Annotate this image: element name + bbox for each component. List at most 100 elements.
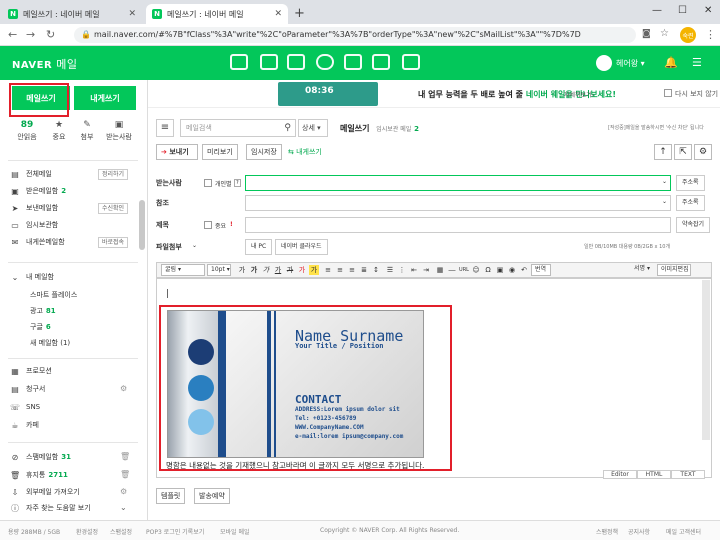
footer-link[interactable]: POP3 로그인 기록보기 [146,527,204,536]
quick-access-button[interactable]: 바로접속 [98,237,129,248]
folder-ads[interactable]: 광고 81 [30,306,56,316]
undo-icon[interactable]: ↶ [519,265,529,275]
subject-input[interactable] [245,217,671,233]
italic-icon[interactable]: 가 [261,265,271,275]
empty-trash-icon[interactable]: 🗑 [120,470,130,479]
folder-bills[interactable]: ▤ 청구서 [10,382,45,396]
emoji-icon[interactable]: ☺ [471,265,481,275]
popup-icon[interactable]: ⇱ [674,144,692,160]
gear-icon[interactable]: ⚙ [120,384,127,393]
chevron-down-icon[interactable]: ⌄ [662,198,667,205]
template-button[interactable]: 템플릿 [156,488,186,504]
font-bigger-icon[interactable]: 가 [237,265,247,275]
url-field[interactable]: 🔒 mail.naver.com/#%7B"fClass"%3A"write"%… [74,27,636,43]
footer-link[interactable]: 스팸정책 [596,527,618,536]
align-left-icon[interactable]: ≡ [323,265,333,275]
write-to-self-button[interactable]: 내게쓰기 [74,86,136,110]
image-icon[interactable]: ▣ [495,265,505,275]
editor-scrollbar[interactable] [702,280,710,440]
forward-icon[interactable]: → [26,28,35,41]
close-icon[interactable]: ✕ [274,9,282,19]
external-mail[interactable]: ⇩ 외부메일 가져오기 [10,485,80,499]
folder-trash[interactable]: 🗑 휴지통 2711 [10,468,68,482]
address-book-button[interactable]: 주소록 [676,175,705,191]
close-icon[interactable]: ✕ [128,9,136,19]
stat-attachment[interactable]: ✎ 첨부 [72,120,102,142]
footer-link[interactable]: 공지사항 [628,527,650,536]
stat-to[interactable]: ▣ 받는사람 [104,120,134,142]
chevron-down-icon[interactable]: ⌄ [192,242,197,249]
save-draft-button[interactable]: 임시저장 [246,144,282,160]
folder-inbox[interactable]: ▣ 받은메일함 2 [10,184,66,198]
stat-important[interactable]: ★ 중요 [44,120,74,142]
menu-kebab-icon[interactable]: ⋮ [705,28,716,41]
align-center-icon[interactable]: ≡ [335,265,345,275]
help-icon[interactable]: ? [234,179,241,187]
folder-smartplace[interactable]: 스마트 플레이스 [30,290,77,300]
symbol-icon[interactable]: Ω [483,265,493,275]
chevron-down-icon[interactable]: ⌄ [120,503,127,512]
memo-app-icon[interactable] [344,54,362,70]
banner-dismiss[interactable]: 다시 보지 않기 [664,89,718,99]
more-apps-icon[interactable] [402,54,420,70]
mail-app-icon[interactable] [230,54,248,70]
search-icon[interactable]: ⚲ [284,120,291,136]
stat-unread[interactable]: 89 안읽음 [12,120,42,142]
cloud-attach-button[interactable]: 네이버 클라우드 [275,239,328,255]
camera-icon[interactable]: ◙ [642,29,651,39]
gear-icon[interactable]: ⚙ [120,487,127,496]
my-folders-toggle[interactable]: ⌄ 내 메일함 [10,270,54,284]
reserve-send-button[interactable]: 발송예약 [194,488,230,504]
maximize-icon[interactable]: ☐ [678,5,687,16]
menu-icon[interactable]: ≡ [156,119,174,137]
office-app-icon[interactable] [372,54,390,70]
translate-button[interactable]: 번역 [531,264,551,276]
search-input[interactable]: 메일검색 ⚲ [180,119,296,137]
cloud-app-icon[interactable] [316,54,334,70]
folder-sns[interactable]: ☏ SNS [10,400,40,414]
font-select[interactable]: 굴림 ▾ [161,264,205,276]
folder-to-self[interactable]: ✉ 내게쓴메일함 [10,235,65,249]
grid-menu-icon[interactable]: ☰ [692,56,702,69]
image-edit-button[interactable]: 이미지편집 [657,264,691,276]
user-menu[interactable]: 헤어왕 ▾ [596,55,645,71]
read-receipt-button[interactable]: 수신확인 [98,203,129,214]
appointment-button[interactable]: 약속잡기 [676,217,711,233]
profile-avatar[interactable]: 숙련 [680,27,696,43]
important-checkbox[interactable] [204,221,212,229]
link-icon[interactable]: URL [459,265,469,275]
font-size-select[interactable]: 10pt ▾ [207,264,231,276]
map-icon[interactable]: ◉ [507,265,517,275]
indent-icon[interactable]: ⇥ [421,265,431,275]
calendar-app-icon[interactable] [260,54,278,70]
footer-link[interactable]: 모바일 메일 [220,527,250,536]
arrow-up-icon[interactable]: ↑ [654,144,672,160]
folder-drafts[interactable]: ▭ 임시보관함 [10,218,58,232]
highlight-icon[interactable]: 가 [309,265,319,275]
footer-link[interactable]: 환경설정 [76,527,98,536]
bookmark-star-icon[interactable]: ☆ [660,28,669,39]
signature-select[interactable]: 서명 ▾ [631,264,653,276]
preview-button[interactable]: 미리보기 [202,144,238,160]
tab-text[interactable]: TEXT [671,470,705,479]
font-color-icon[interactable]: 가 [297,265,307,275]
help-link[interactable]: ⓘ 자주 찾는 도움말 보기 [10,501,91,515]
my-pc-button[interactable]: 내 PC [245,239,273,255]
cc-input[interactable] [245,195,671,211]
browser-tab[interactable]: N 메일쓰기 : 네이버 메일 ✕ [2,4,142,24]
organize-button[interactable]: 정리하기 [98,169,129,180]
justify-icon[interactable]: ≣ [359,265,369,275]
footer-link[interactable]: 메일 고객센터 [666,527,701,536]
hr-icon[interactable]: ― [447,265,457,275]
chevron-down-icon[interactable]: ⌄ [662,178,667,185]
empty-trash-icon[interactable]: 🗑 [120,452,130,461]
new-tab-icon[interactable]: + [294,6,305,21]
naver-mail-logo[interactable]: NAVER 메일 [12,56,77,72]
list-icon[interactable]: ☰ [385,265,395,275]
detail-search-dropdown[interactable]: 상세 ▾ [298,119,328,137]
align-right-icon[interactable]: ≡ [347,265,357,275]
line-height-icon[interactable]: ↕ [371,265,381,275]
folder-sent[interactable]: ➤ 보낸메일함 [10,201,59,215]
bell-icon[interactable]: 🔔 [664,56,678,69]
numbered-list-icon[interactable]: ⋮ [397,265,407,275]
